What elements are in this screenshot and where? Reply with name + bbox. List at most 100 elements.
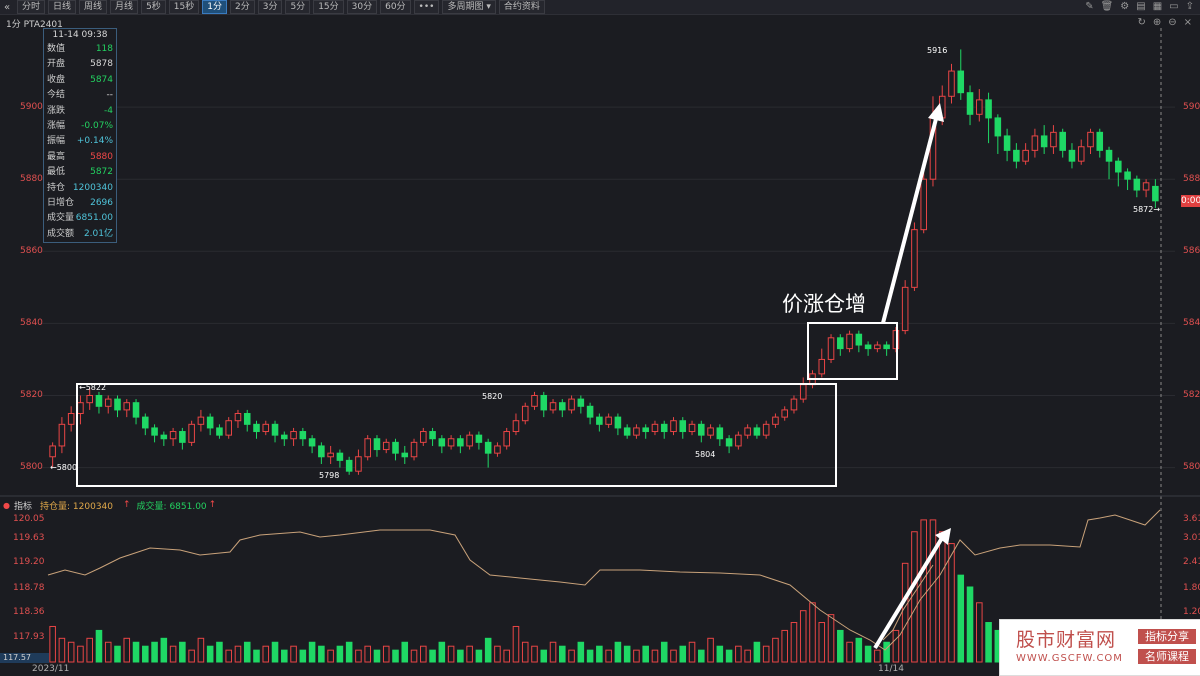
candle-body	[420, 431, 427, 443]
volume-bar	[586, 649, 594, 663]
candle-body	[948, 70, 955, 97]
candle-body	[318, 445, 325, 458]
current-price-badge: 0:00	[1181, 195, 1200, 207]
y-label-5900: 5900	[20, 102, 43, 112]
candle-body	[531, 394, 538, 407]
volume-bar	[142, 645, 149, 663]
volume-bar	[410, 649, 418, 663]
data-window-value: 5872	[90, 167, 113, 178]
data-window-value: 5874	[90, 74, 113, 85]
candle-body	[345, 459, 353, 472]
volume-bar	[206, 645, 214, 663]
vol-axis-label-4: 1.20	[1183, 607, 1200, 617]
candle-body	[1133, 178, 1141, 191]
price-chart[interactable]	[0, 0, 1200, 674]
y-label-right-5820: 5820	[1183, 390, 1200, 400]
volume-bar	[688, 641, 696, 663]
volume-bar	[966, 586, 974, 663]
volume-bar	[271, 641, 279, 663]
volume-bar	[123, 637, 131, 663]
y-label-right-5800: 5800	[1183, 462, 1200, 472]
candle-body	[1115, 160, 1122, 173]
watermark-tag-indicator: 指标分享	[1138, 629, 1196, 644]
volume-bar	[874, 649, 881, 663]
candle-body	[104, 398, 112, 407]
data-window-row: 振幅 +0.14%	[44, 134, 116, 149]
candle-body	[216, 427, 223, 436]
price-label-5798: 5798	[319, 471, 340, 480]
candle-body	[735, 434, 742, 447]
candles-layer	[49, 49, 1159, 475]
data-window-value: +0.14%	[76, 136, 113, 147]
candle-body	[827, 337, 835, 360]
candle-body	[132, 402, 140, 418]
data-window-row: 持仓 1200340	[44, 181, 116, 196]
candle-body	[707, 427, 714, 436]
y-label-5800: 5800	[20, 462, 43, 472]
candle-body	[837, 337, 844, 350]
y-label-right-5840: 5840	[1183, 318, 1200, 328]
volume-bar	[985, 622, 992, 663]
candle-body	[540, 394, 548, 411]
data-window-label: 涨幅	[47, 120, 66, 131]
volume-bar	[633, 649, 640, 663]
candle-body	[262, 423, 270, 433]
volume-bar	[466, 645, 473, 663]
volume-bar	[281, 649, 288, 663]
data-window-value: 5880	[90, 151, 113, 162]
vol-axis-label-3: 1.80	[1183, 583, 1200, 593]
volume-bar	[151, 641, 158, 663]
candle-body	[438, 438, 446, 447]
data-window-row: 最低 5872	[44, 165, 116, 180]
volume-bar	[948, 543, 955, 663]
data-window-label: 今结	[47, 90, 66, 101]
candle-body	[281, 434, 288, 440]
volume-bar	[336, 645, 344, 663]
volume-bar	[957, 574, 965, 663]
data-window-value: 6851.00	[75, 213, 113, 224]
oi-axis-label-3: 118.78	[13, 583, 45, 593]
volume-bar	[929, 519, 937, 663]
candle-body	[660, 423, 668, 433]
data-window-row: 最高 5880	[44, 150, 116, 165]
candle-body	[957, 70, 965, 94]
volume-bar	[837, 629, 844, 663]
volume-bar	[605, 649, 612, 663]
data-window-rows: 数值 118 开盘 5878 收盘 5874 今结 -- 涨跌 -4 涨幅 -0.07% 振幅 +0.14…	[44, 42, 116, 242]
candle-body	[846, 333, 853, 350]
candle-body	[77, 402, 84, 415]
candle-body	[549, 402, 557, 411]
candle-body	[188, 423, 195, 443]
annotation-text: 价涨仓增	[782, 292, 866, 316]
volume-bar	[392, 649, 399, 663]
candle-body	[1068, 149, 1076, 162]
volume-bar	[429, 649, 436, 663]
candle-body	[503, 431, 510, 447]
data-window-label: 振幅	[47, 136, 66, 147]
volume-bar	[976, 602, 983, 663]
volume-bar	[364, 645, 371, 663]
candle-body	[976, 99, 983, 115]
candle-body	[864, 344, 872, 350]
price-label-5872: 5872→	[1133, 205, 1161, 214]
candle-body	[642, 427, 649, 433]
data-window-label: 收盘	[47, 74, 66, 85]
volume-bar	[382, 645, 390, 663]
volume-bar	[827, 614, 835, 663]
volume-bar	[188, 649, 195, 663]
volume-bar	[614, 641, 622, 663]
candle-body	[614, 416, 622, 429]
candle-body	[1022, 149, 1029, 162]
data-window-label: 数值	[47, 44, 66, 54]
price-label-5800: ←5800	[50, 463, 78, 472]
volume-bar	[818, 622, 826, 663]
candle-body	[114, 398, 121, 411]
data-window-label: 开盘	[47, 59, 66, 70]
volume-bar	[781, 629, 788, 663]
candle-body	[447, 438, 455, 447]
indicator-name[interactable]: 指标	[14, 499, 32, 512]
candle-body	[753, 427, 761, 436]
candle-body	[577, 398, 585, 407]
candle-body	[58, 423, 66, 447]
data-window-label: 最低	[47, 167, 66, 178]
